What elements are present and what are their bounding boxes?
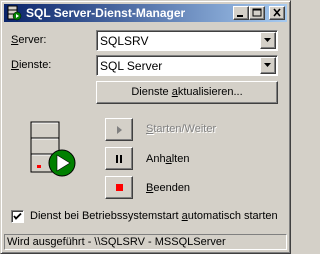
server-combobox[interactable]: SQLSRV: [96, 30, 278, 51]
autostart-label[interactable]: Dienst bei Betriebssystemstart automatis…: [30, 210, 278, 222]
services-combobox[interactable]: SQL Server: [96, 55, 278, 76]
pause-label: Anhalten: [146, 153, 190, 165]
status-text: Wird ausgeführt - \\SQLSRV - MSSQLServer: [7, 236, 226, 248]
minimize-button[interactable]: [233, 6, 249, 20]
maximize-icon: [252, 8, 262, 17]
stop-button[interactable]: [105, 176, 133, 199]
services-dropdown-button[interactable]: [260, 57, 276, 74]
status-bar: Wird ausgeführt - \\SQLSRV - MSSQLServer: [4, 234, 287, 250]
services-label: Dienste:: [11, 59, 52, 71]
play-icon: [117, 126, 122, 134]
server-value: SQLSRV: [100, 34, 149, 48]
start-label: Starten/Weiter: [146, 123, 217, 135]
services-value: SQL Server: [100, 59, 163, 73]
server-label: Server:: [11, 34, 47, 46]
autostart-checkbox[interactable]: [11, 210, 24, 223]
stop-icon: [116, 184, 123, 191]
pause-button[interactable]: [105, 147, 133, 170]
server-service-icon: [30, 121, 76, 177]
minimize-icon: [237, 15, 243, 17]
pause-icon: [116, 155, 122, 163]
close-button[interactable]: [269, 6, 285, 20]
dropdown-arrow-icon: [264, 38, 271, 42]
close-icon: [273, 8, 281, 17]
title-bar[interactable]: SQL Server-Dienst-Manager: [4, 4, 287, 22]
start-button[interactable]: [105, 118, 133, 141]
window-title: SQL Server-Dienst-Manager: [26, 6, 186, 20]
dropdown-arrow-icon: [264, 63, 271, 67]
server-dropdown-button[interactable]: [260, 32, 276, 49]
maximize-button[interactable]: [249, 6, 265, 20]
service-manager-window: SQL Server-Dienst-Manager Server: SQLSRV…: [0, 0, 291, 254]
app-icon: [7, 5, 22, 21]
refresh-services-button[interactable]: Dienste aktualisieren...: [96, 81, 278, 104]
stop-label: Beenden: [146, 182, 191, 194]
checkmark-icon: [13, 212, 22, 220]
